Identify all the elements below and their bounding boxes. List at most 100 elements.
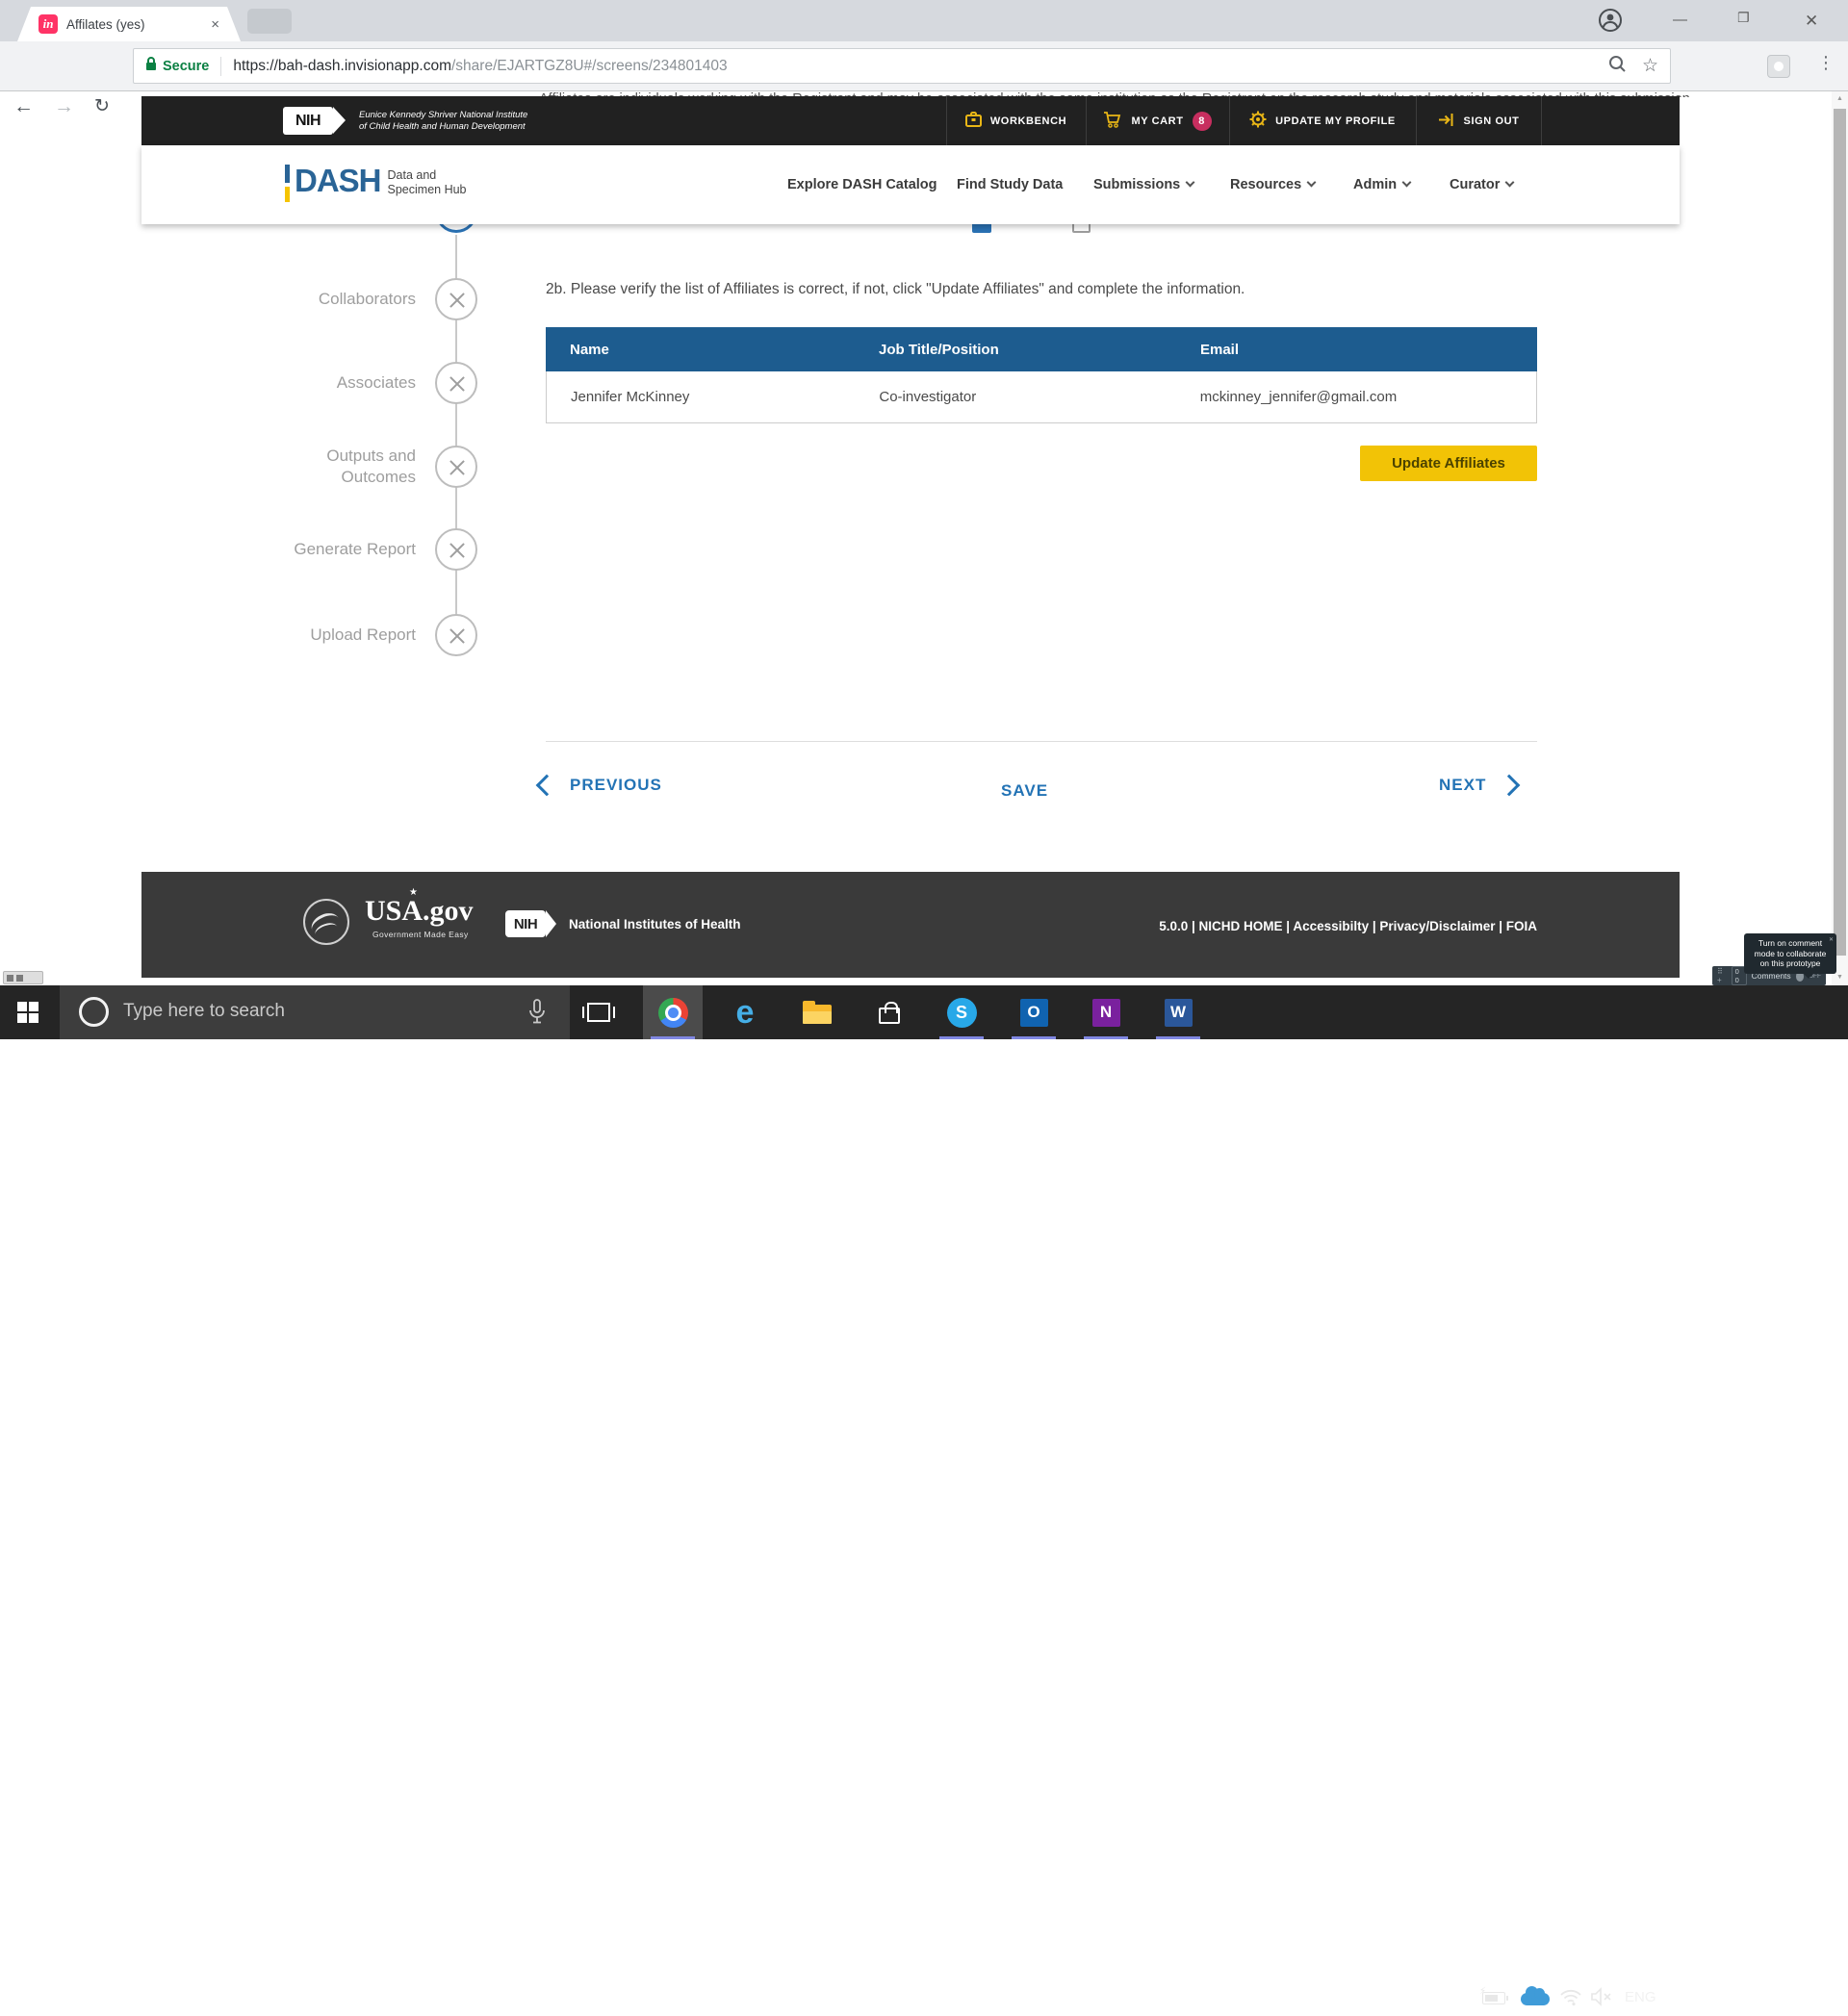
step-circle-generate-report[interactable] bbox=[435, 528, 477, 571]
edge-icon: e bbox=[736, 998, 755, 1027]
reload-icon[interactable]: ↻ bbox=[94, 95, 110, 117]
minimize-button[interactable]: — bbox=[1673, 12, 1687, 28]
my-cart-button[interactable]: MY CART 8 bbox=[1086, 96, 1229, 145]
previous-button[interactable]: PREVIOUS bbox=[539, 776, 662, 795]
taskbar-search[interactable]: Type here to search bbox=[60, 985, 570, 1039]
nih-utility-bar: NIH Eunice Kennedy Shriver National Inst… bbox=[141, 96, 1680, 145]
page-scrollbar[interactable]: ▲ ▼ bbox=[1832, 91, 1848, 985]
content-divider bbox=[546, 741, 1537, 742]
new-tab-button[interactable] bbox=[247, 9, 292, 34]
step-label-associates: Associates bbox=[214, 372, 416, 394]
nav-submissions[interactable]: Submissions bbox=[1093, 177, 1194, 192]
nav-curator[interactable]: Curator bbox=[1450, 177, 1513, 192]
cell-email: mckinney_jennifer@gmail.com bbox=[1176, 389, 1536, 405]
url-path: /share/EJARTGZ8U#/screens/234801403 bbox=[451, 58, 728, 75]
update-profile-button[interactable]: UPDATE MY PROFILE bbox=[1229, 96, 1416, 145]
extension-icon[interactable] bbox=[1767, 55, 1790, 78]
url-domain: https://bah-dash.invisionapp.com bbox=[233, 58, 451, 75]
step-circle-collaborators[interactable] bbox=[435, 278, 477, 320]
browser-titlebar: in Affilates (yes) × — ❐ ✕ bbox=[0, 0, 1848, 41]
onedrive-cloud-icon[interactable] bbox=[1521, 1993, 1550, 2005]
close-button[interactable]: ✕ bbox=[1805, 12, 1818, 31]
lock-icon bbox=[145, 56, 157, 76]
secure-label: Secure bbox=[163, 59, 209, 74]
nav-find-study-data[interactable]: Find Study Data bbox=[957, 177, 1063, 192]
browser-profile-icon[interactable] bbox=[1598, 8, 1623, 38]
task-view-icon[interactable] bbox=[587, 1003, 610, 1022]
affiliates-table: Name Job Title/Position Email Jennifer M… bbox=[546, 327, 1537, 423]
taskbar-store-icon[interactable] bbox=[860, 985, 919, 1039]
usagov-star-icon: ★ bbox=[409, 887, 418, 898]
cart-icon bbox=[1103, 112, 1122, 131]
save-button[interactable]: SAVE bbox=[1001, 781, 1048, 801]
date-label: 10/17/2017 bbox=[1667, 1998, 1769, 2016]
scroll-up-icon[interactable]: ▲ bbox=[1832, 95, 1848, 102]
instruction-text: 2b. Please verify the list of Affiliates… bbox=[546, 281, 1245, 298]
browser-menu-icon[interactable]: ⋮ bbox=[1817, 53, 1835, 73]
back-icon[interactable]: ← bbox=[13, 95, 34, 118]
url-divider bbox=[220, 57, 221, 76]
tooltip-close-icon[interactable]: ✕ bbox=[1829, 935, 1834, 946]
usagov-tagline: Government Made Easy bbox=[372, 930, 469, 939]
footer-links[interactable]: 5.0.0 | NICHD HOME | Accessibilty | Priv… bbox=[1123, 919, 1537, 933]
taskbar-chrome-icon[interactable] bbox=[643, 985, 703, 1039]
dash-logo-subtitle: Data andSpecimen Hub bbox=[388, 168, 467, 202]
volume-muted-icon[interactable] bbox=[1590, 1987, 1615, 2011]
nav-explore-dash-catalog[interactable]: Explore DASH Catalog bbox=[787, 177, 937, 192]
invision-corner-widget[interactable] bbox=[3, 971, 43, 984]
browser-tab[interactable]: in Affilates (yes) × bbox=[17, 7, 241, 41]
col-header-job-title: Job Title/Position bbox=[855, 342, 1176, 358]
folder-icon bbox=[803, 1001, 832, 1024]
scrollbar-thumb[interactable] bbox=[1834, 109, 1846, 956]
taskbar-clock[interactable]: 1:38 PM 10/17/2017 bbox=[1667, 1979, 1769, 2016]
nih-footer-chevron bbox=[546, 910, 556, 937]
step-circle-upload-report[interactable] bbox=[435, 614, 477, 656]
chevron-down-icon bbox=[1186, 178, 1195, 188]
microphone-icon[interactable] bbox=[527, 999, 547, 1031]
sign-out-icon bbox=[1438, 113, 1455, 130]
language-indicator[interactable]: ENG bbox=[1625, 1989, 1656, 2005]
sign-out-button[interactable]: SIGN OUT bbox=[1416, 96, 1541, 145]
grid-icon[interactable]: ⠿ + bbox=[1717, 967, 1727, 984]
step-circle-outputs[interactable] bbox=[435, 446, 477, 488]
taskbar-word-icon[interactable]: W bbox=[1148, 985, 1208, 1039]
windows-taskbar: Type here to search e S O N W ⚡ ENG 1:38… bbox=[0, 985, 1848, 1039]
tab-close-icon[interactable]: × bbox=[211, 16, 219, 33]
taskbar-edge-icon[interactable]: e bbox=[715, 985, 775, 1039]
bookmark-star-icon[interactable]: ☆ bbox=[1642, 55, 1658, 77]
step-circle-associates[interactable] bbox=[435, 362, 477, 404]
dash-logo-bar bbox=[285, 165, 290, 202]
scroll-down-icon[interactable]: ▼ bbox=[1832, 974, 1848, 981]
nav-resources[interactable]: Resources bbox=[1230, 177, 1315, 192]
start-button[interactable] bbox=[17, 1002, 38, 1023]
usagov-logo[interactable]: USA.gov bbox=[365, 895, 474, 928]
next-button[interactable]: NEXT bbox=[1439, 776, 1517, 795]
search-placeholder: Type here to search bbox=[123, 1001, 285, 1022]
taskbar-outlook-icon[interactable]: O bbox=[1004, 985, 1064, 1039]
workbench-button[interactable]: WORKBENCH bbox=[946, 96, 1086, 145]
chevron-down-icon bbox=[1307, 178, 1317, 188]
taskbar-onenote-icon[interactable]: N bbox=[1076, 985, 1136, 1039]
briefcase-icon bbox=[965, 112, 982, 130]
tray-expand-icon[interactable] bbox=[1453, 1991, 1466, 2003]
cell-job-title: Co-investigator bbox=[855, 389, 1175, 405]
cell-name: Jennifer McKinney bbox=[547, 389, 855, 405]
taskbar-file-explorer-icon[interactable] bbox=[787, 985, 847, 1039]
chevron-down-icon bbox=[1402, 178, 1412, 188]
forward-icon: → bbox=[54, 95, 74, 118]
nih-footer-logo[interactable]: NIH bbox=[505, 910, 546, 937]
nih-footer-text: National Institutes of Health bbox=[569, 917, 741, 931]
action-center-icon[interactable] bbox=[1788, 1986, 1811, 2003]
update-affiliates-button[interactable]: Update Affiliates bbox=[1360, 446, 1537, 481]
table-row: Jennifer McKinney Co-investigator mckinn… bbox=[546, 371, 1537, 423]
battery-icon[interactable]: ⚡ bbox=[1482, 1992, 1505, 2004]
address-bar[interactable]: Secure https://bah-dash.invisionapp.com … bbox=[133, 48, 1671, 84]
maximize-button[interactable]: ❐ bbox=[1737, 10, 1750, 26]
zoom-icon[interactable] bbox=[1608, 55, 1627, 78]
nav-admin[interactable]: Admin bbox=[1353, 177, 1410, 192]
network-icon[interactable] bbox=[1559, 1987, 1582, 2011]
chrome-icon bbox=[658, 998, 688, 1028]
taskbar-skype-icon[interactable]: S bbox=[932, 985, 991, 1039]
cart-count-badge: 8 bbox=[1193, 112, 1212, 131]
dash-logo[interactable]: DASH Data andSpecimen Hub bbox=[285, 163, 467, 202]
